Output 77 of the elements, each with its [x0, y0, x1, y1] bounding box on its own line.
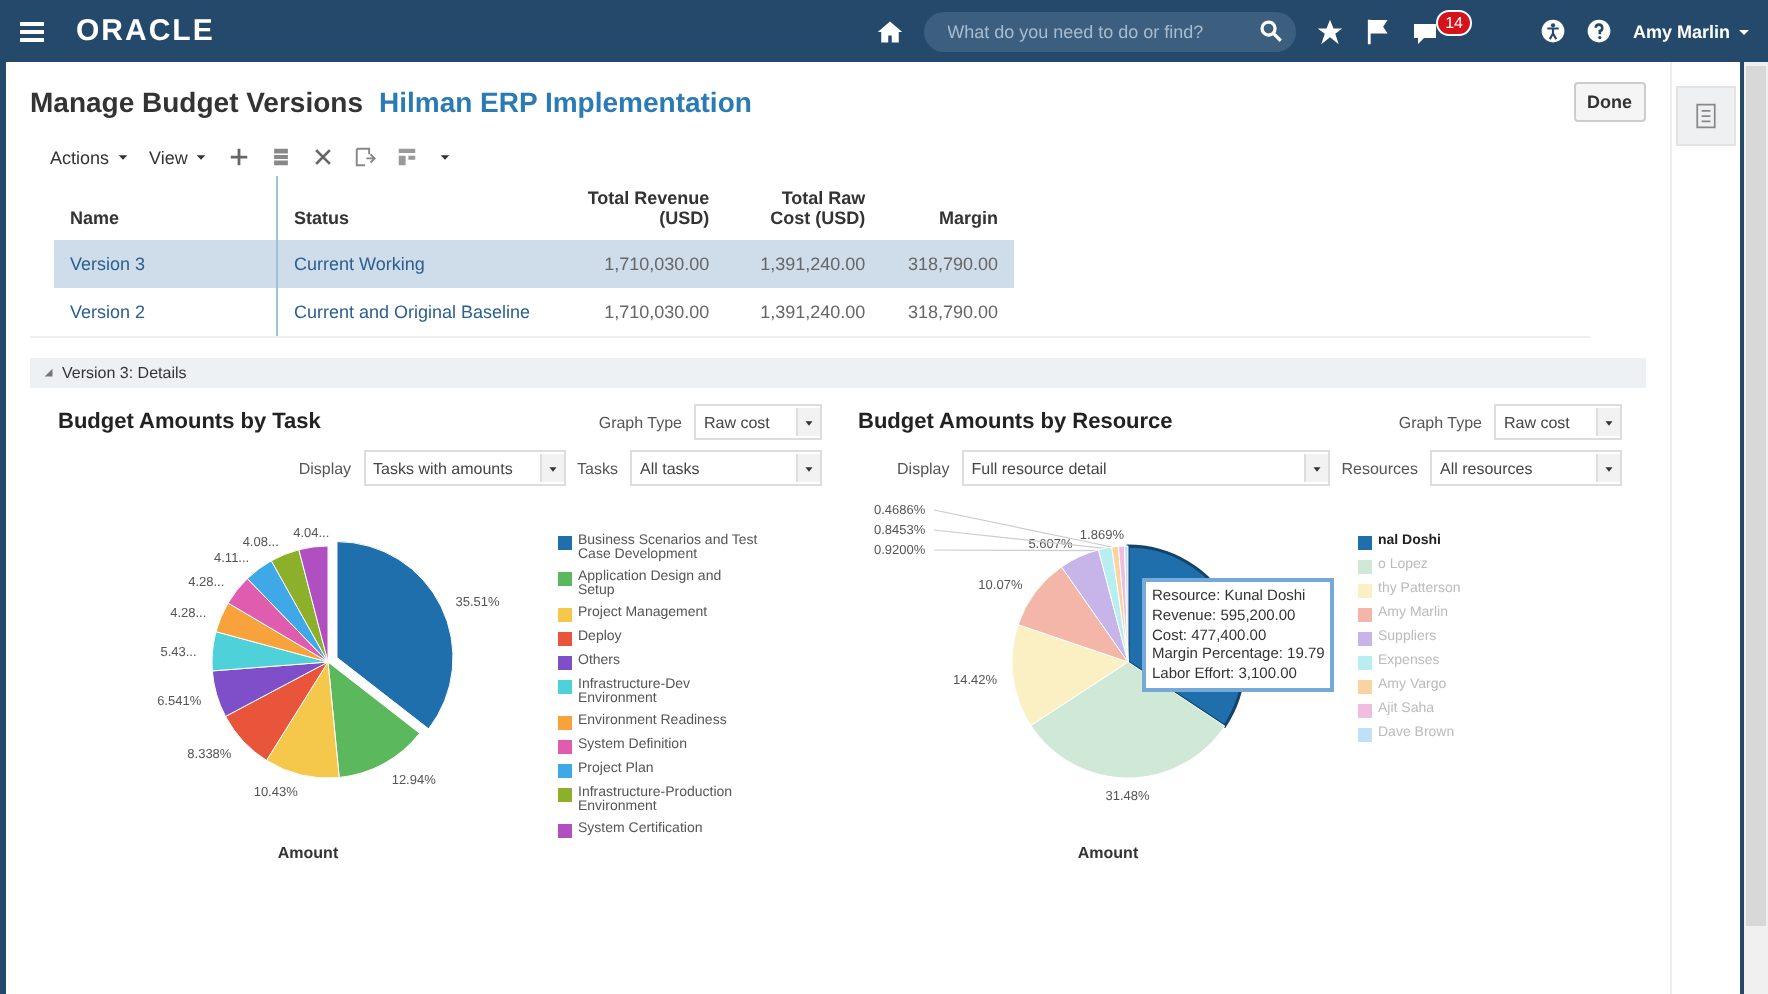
caret-icon[interactable] — [802, 461, 816, 475]
field-label: Resources — [1341, 459, 1418, 477]
project-name[interactable]: Hilman ERP Implementation — [378, 86, 752, 118]
add-icon[interactable] — [227, 146, 250, 168]
panel-title: Budget Amounts by Task — [58, 410, 323, 434]
done-button[interactable]: Done — [1573, 82, 1646, 122]
dropdown[interactable]: Raw cost — [694, 404, 822, 440]
table-cell: 318,790.00 — [881, 240, 1014, 288]
dropdown[interactable]: Raw cost — [1494, 404, 1622, 440]
panel-toggle-button[interactable] — [1676, 86, 1736, 146]
table-cell: 318,790.00 — [881, 288, 1014, 336]
table-cell: Version 3 — [54, 240, 277, 288]
dropdown[interactable]: Tasks with amounts — [363, 450, 566, 486]
field-label: Graph Type — [598, 413, 682, 431]
search-input[interactable]: What do you need to do or find? — [943, 19, 1250, 43]
columns-icon[interactable] — [395, 146, 418, 168]
details-title: Version 3: Details — [62, 364, 187, 382]
notification-badge: 14 — [1435, 10, 1473, 36]
dropdown[interactable]: Full resource detail — [961, 450, 1330, 486]
table-cell: 1,391,240.00 — [725, 288, 882, 336]
caret-icon[interactable] — [545, 461, 560, 475]
star-icon[interactable] — [1315, 17, 1344, 45]
pie-slice[interactable] — [227, 578, 329, 663]
axis-label: Amount — [277, 844, 339, 862]
caret-icon[interactable] — [115, 150, 130, 164]
field-label: Graph Type — [1398, 413, 1482, 431]
table-cell: 1,710,030.00 — [569, 240, 726, 288]
field-label: Display — [897, 459, 950, 477]
help-icon[interactable] — [1586, 18, 1613, 44]
caret-icon[interactable] — [1602, 461, 1616, 475]
caret-icon[interactable] — [193, 150, 208, 164]
search-icon[interactable] — [1257, 18, 1284, 44]
caret-icon[interactable] — [1602, 415, 1616, 429]
page-title: Manage Budget Versions — [30, 86, 363, 118]
document-icon[interactable] — [1692, 102, 1720, 130]
pie-slice[interactable] — [266, 661, 340, 779]
column-header[interactable]: Margin — [881, 176, 1014, 240]
table-cell: Current and Original Baseline — [277, 288, 570, 336]
home-icon[interactable] — [875, 17, 904, 45]
expanded-icon[interactable] — [42, 366, 56, 380]
pie-slice[interactable] — [336, 541, 454, 730]
column-header[interactable]: Name — [54, 176, 277, 240]
pie-slice[interactable] — [298, 545, 329, 663]
caret-icon[interactable] — [1309, 461, 1324, 475]
table-cell: Current Working — [277, 240, 570, 288]
details-header[interactable]: Version 3: Details — [30, 358, 1646, 388]
scrollbar-thumb[interactable] — [1746, 66, 1766, 926]
delete-icon[interactable] — [311, 146, 334, 168]
table-cell: 1,391,240.00 — [725, 240, 882, 288]
column-header[interactable]: Total Revenue (USD) — [569, 176, 726, 240]
pie-slice[interactable] — [215, 602, 329, 663]
pie-slice[interactable] — [270, 549, 329, 663]
logo[interactable]: ORACLE — [76, 14, 215, 48]
pie-slice[interactable] — [327, 661, 421, 778]
pie-slice[interactable] — [211, 631, 329, 672]
export-icon[interactable] — [353, 146, 376, 168]
caret-icon[interactable] — [437, 150, 452, 164]
pie-slice[interactable] — [211, 661, 329, 717]
accessibility-icon[interactable] — [1540, 18, 1567, 44]
toolbar-menu[interactable]: View — [149, 147, 208, 167]
table-cell: 1,710,030.00 — [569, 288, 726, 336]
table-cell: Version 2 — [54, 288, 277, 336]
column-header[interactable]: Total Raw Cost (USD) — [725, 176, 882, 240]
user-menu[interactable]: Amy Marlin — [1632, 21, 1752, 41]
axis-label: Amount — [1077, 844, 1139, 862]
grid-icon[interactable] — [269, 146, 292, 168]
search-field[interactable]: What do you need to do or find? — [923, 11, 1296, 51]
caret-icon[interactable] — [802, 415, 816, 429]
flag-icon[interactable] — [1363, 17, 1392, 45]
dropdown[interactable]: All resources — [1430, 450, 1622, 486]
dropdown[interactable]: All tasks — [630, 450, 822, 486]
pie-slice[interactable] — [246, 560, 329, 663]
toolbar-menu[interactable]: Actions — [50, 147, 130, 167]
pie-slice[interactable] — [1124, 545, 1129, 663]
panel-title: Budget Amounts by Resource — [858, 410, 1175, 434]
field-label: Tasks — [577, 459, 618, 477]
field-label: Display — [298, 459, 352, 477]
